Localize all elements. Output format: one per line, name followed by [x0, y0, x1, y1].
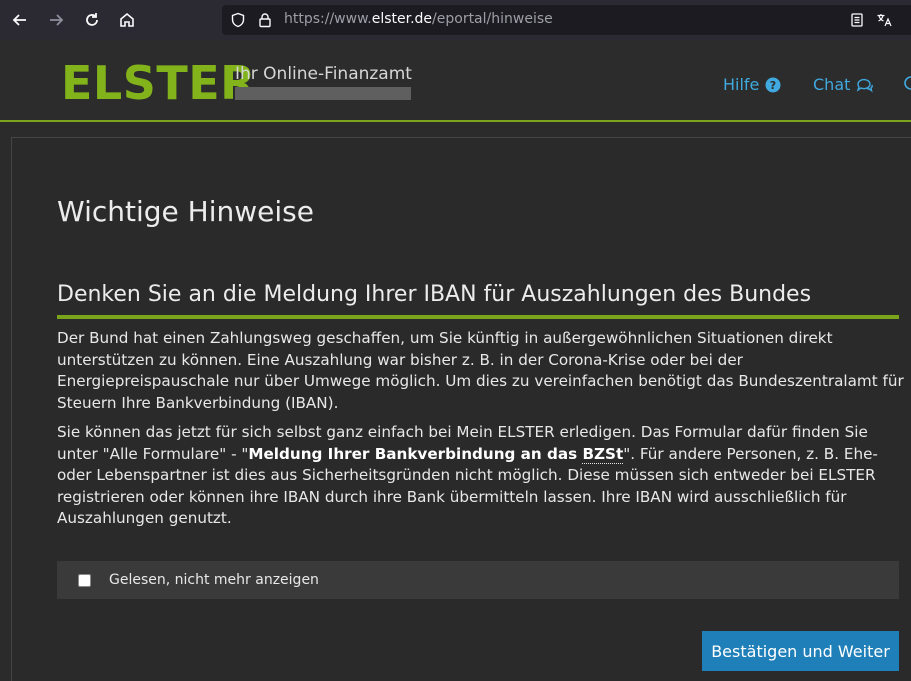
page-title: Wichtige Hinweise [57, 195, 314, 228]
help-link[interactable]: Hilfe ? [723, 75, 781, 94]
svg-text:?: ? [770, 79, 776, 92]
arrow-left-icon [12, 14, 26, 26]
site-header: ELSTER Ihr Online-Finanzamt Hilfe ? Chat [0, 40, 911, 122]
tagline: Ihr Online-Finanzamt [235, 64, 412, 84]
form-name-text: Meldung Ihrer Bankverbindung an das [248, 444, 583, 463]
reload-icon [86, 13, 98, 26]
lock-icon[interactable] [257, 12, 273, 28]
url-host: elster.de [371, 11, 433, 27]
home-icon [120, 12, 134, 27]
paragraph-iban-intro: Der Bund hat einen Zahlungsweg geschaffe… [57, 329, 904, 412]
chat-link-label: Chat [813, 75, 851, 94]
bzst-abbreviation: BZSt [582, 444, 624, 464]
url-text: https://www.elster.de/eportal/hinweise [284, 11, 553, 27]
elster-logo[interactable]: ELSTER [61, 56, 256, 110]
url-bar[interactable]: https://www.elster.de/eportal/hinweise [222, 5, 911, 35]
translate-icon[interactable] [876, 12, 892, 28]
reader-view-icon[interactable] [849, 12, 865, 28]
help-icon: ? [765, 77, 781, 92]
dismiss-checkbox-row[interactable]: Gelesen, nicht mehr anzeigen [57, 561, 899, 599]
notice-panel: Wichtige Hinweise Denken Sie an die Meld… [11, 137, 911, 681]
shield-icon[interactable] [230, 12, 246, 28]
paragraph-iban-instructions: Sie können das jetzt für sich selbst gan… [57, 422, 907, 530]
section-divider [57, 315, 899, 319]
url-prefix: https://www. [284, 11, 372, 27]
browser-toolbar: https://www.elster.de/eportal/hinweise [0, 0, 911, 40]
tagline-placeholder-bar [235, 87, 411, 100]
section-title: Denken Sie an die Meldung Ihrer IBAN für… [57, 282, 812, 307]
partial-icon [904, 76, 911, 90]
forward-button[interactable] [43, 8, 69, 32]
form-name-bold: Meldung Ihrer Bankverbindung an das BZSt [248, 444, 624, 464]
help-link-label: Hilfe [723, 75, 760, 94]
chat-icon [857, 78, 874, 93]
dismiss-checkbox[interactable] [78, 573, 91, 587]
chat-link[interactable]: Chat [813, 75, 874, 94]
confirm-continue-button[interactable]: Bestätigen und Weiter [702, 631, 899, 671]
dismiss-checkbox-label[interactable]: Gelesen, nicht mehr anzeigen [109, 572, 319, 588]
arrow-right-icon [50, 14, 64, 26]
home-button[interactable] [114, 8, 140, 32]
reload-button[interactable] [79, 8, 105, 32]
url-path: /eportal/hinweise [432, 11, 553, 27]
back-button[interactable] [7, 8, 33, 32]
cut-off-header-icon[interactable] [903, 75, 911, 91]
